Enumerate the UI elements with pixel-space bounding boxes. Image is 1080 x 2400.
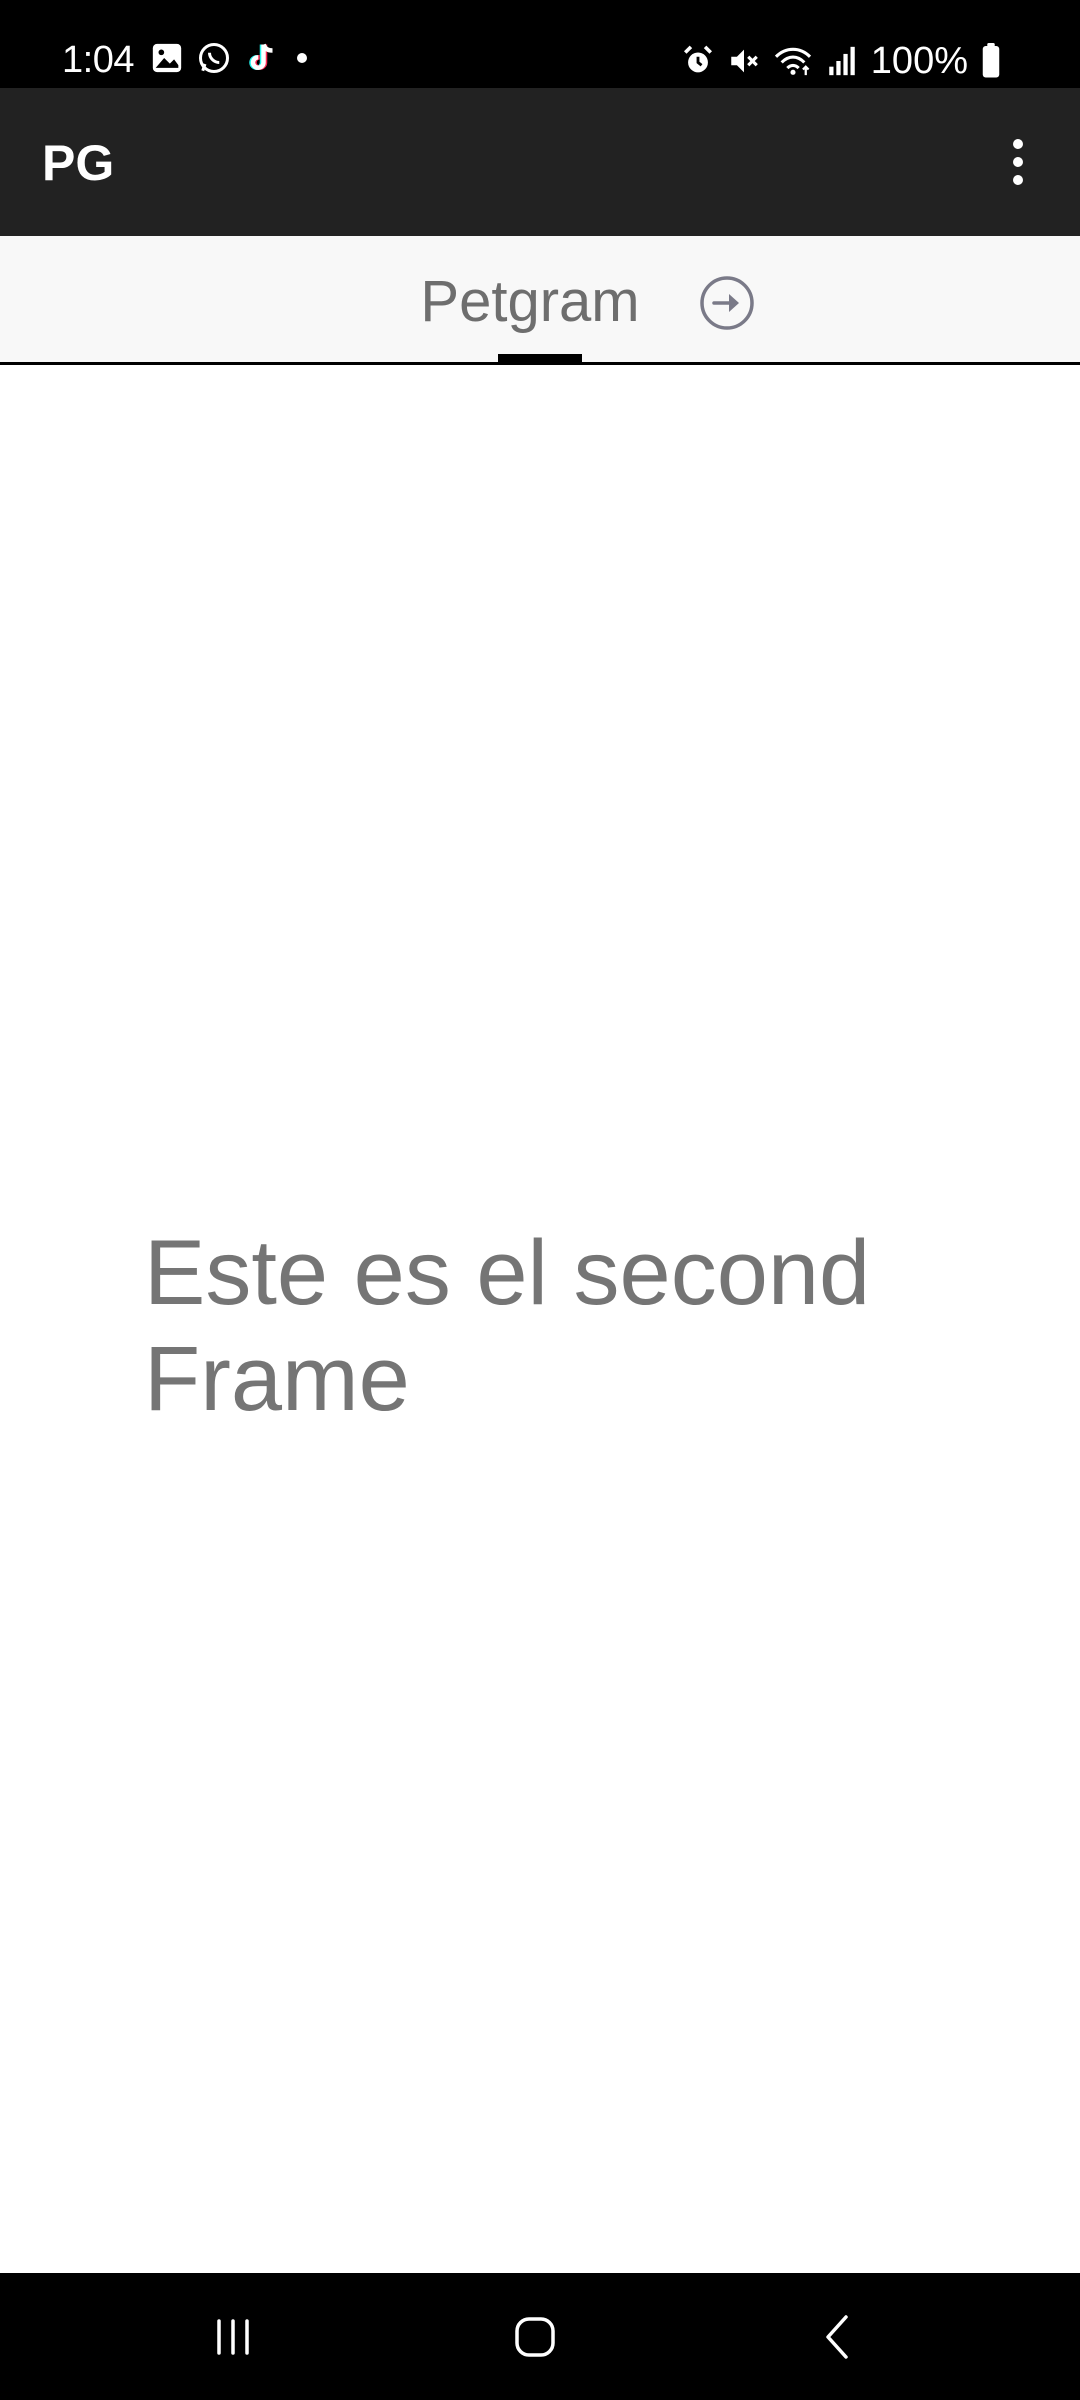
app-bar: PG [0,88,1080,236]
screen: 1:04 100% PG Petgram Este es el second F… [0,0,1080,2400]
status-notification-icons [150,40,312,76]
status-time: 1:04 [62,39,134,81]
alarm-icon [681,44,715,78]
status-bar: 1:04 100% [0,0,1080,88]
signal-icon [825,44,859,78]
recent-apps-button[interactable] [173,2273,293,2400]
home-icon [511,2313,559,2361]
content-area: Este es el second Frame [0,365,1080,2273]
more-vert-icon[interactable] [990,134,1046,190]
battery-percentage: 100% [870,40,968,82]
status-system-icons: 100% [681,38,1002,84]
arrow-forward-circle-icon[interactable] [698,274,756,332]
gallery-icon [150,41,184,75]
back-button[interactable] [778,2273,898,2400]
back-icon [818,2313,858,2361]
whatsapp-icon [196,40,232,76]
recent-apps-icon [211,2315,255,2359]
frame-message: Este es el second Frame [144,1222,871,1430]
home-button[interactable] [475,2273,595,2400]
battery-icon [980,43,1002,79]
wifi-icon [773,44,813,78]
tab-petgram[interactable]: Petgram [395,236,665,362]
mute-icon [727,44,761,78]
app-title: PG [42,135,115,191]
tiktok-icon [244,40,280,76]
navigation-bar [0,2273,1080,2400]
tab-bar: Petgram [0,236,1080,365]
tab-selected-indicator [498,354,582,362]
notification-dot-icon [292,48,312,68]
